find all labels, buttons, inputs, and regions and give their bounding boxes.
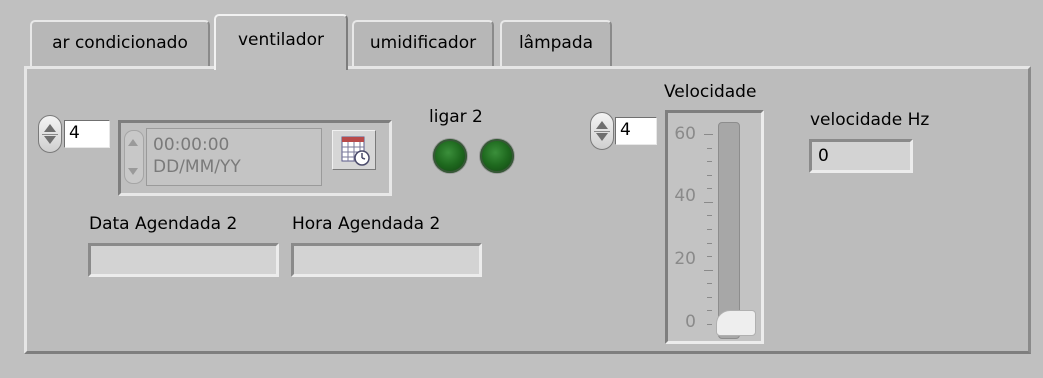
decrement-arrow-icon[interactable] [44,136,56,144]
scale-tick-label: 20 [674,249,696,269]
calendar-clock-icon [341,136,370,166]
velocidade-slider [665,110,764,344]
velocidade-numeric-input[interactable]: 4 [615,117,657,145]
slider-tick-mark [707,174,712,176]
scale-tick-label: 0 [685,312,696,332]
scale-tick-label: 40 [674,186,696,206]
velocidade-increment-decrement[interactable] [590,112,614,150]
numeric-input[interactable]: 4 [64,120,110,148]
slider-track[interactable] [718,122,740,339]
slider-tick-mark [707,188,712,190]
slider-tick-mark [704,134,713,135]
timestamp-time: 00:00:00 [153,135,230,155]
decrement-arrow-icon [128,168,138,175]
scale-tick-label: 60 [674,124,696,144]
slider-thumb[interactable] [716,310,756,336]
timestamp-field[interactable]: 00:00:00 DD/MM/YY [146,128,322,186]
slider-tick-mark [707,324,712,325]
increment-arrow-icon[interactable] [44,124,56,132]
numeric-increment-decrement[interactable] [38,115,62,153]
slider-tick-mark [704,269,713,271]
data-agendada-label: Data Agendada 2 [89,214,238,234]
slider-tick-mark [707,229,712,230]
led-indicator-icon[interactable] [433,139,467,173]
calendar-browse-button[interactable] [332,130,376,170]
slider-tick-mark [707,283,712,285]
slider-tick-mark [707,215,712,217]
slider-tick-mark [704,201,713,203]
data-agendada-indicator [88,243,279,277]
slider-tick-mark [707,147,712,149]
velocidade-hz-label: velocidade Hz [810,110,930,130]
decrement-arrow-icon[interactable] [596,133,608,141]
timestamp-increment-decrement[interactable] [124,130,144,184]
led-indicator-icon[interactable] [480,139,514,173]
slider-tick-mark [707,296,712,298]
slider-tick-mark [707,256,712,258]
increment-arrow-icon [128,139,138,146]
ligar-label: ligar 2 [429,107,483,127]
velocidade-label: Velocidade [664,82,757,102]
increment-arrow-icon[interactable] [596,121,608,129]
timestamp-date: DD/MM/YY [153,157,241,177]
hora-agendada-label: Hora Agendada 2 [292,214,441,234]
slider-tick-mark [707,161,712,163]
hora-agendada-indicator [291,243,482,277]
window: ar condicionado ventilador umidificador … [0,0,1043,378]
velocidade-hz-indicator: 0 [809,139,913,173]
slider-tick-mark [707,242,712,244]
slider-tick-mark [707,310,712,312]
